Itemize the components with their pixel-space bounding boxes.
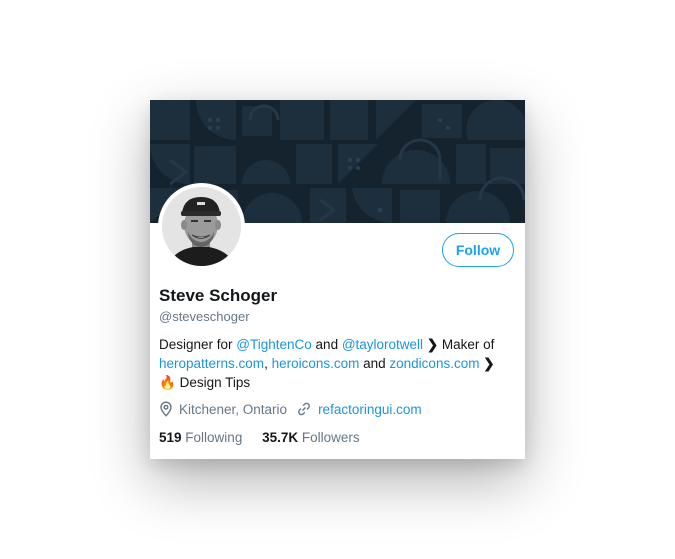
bio-text: and [359,356,390,371]
bio-link-heroicons[interactable]: heroicons.com [272,356,360,371]
chevron-right-icon: ❯ [426,337,439,352]
link-icon [296,401,312,417]
bio-text: Design Tips [175,375,251,390]
chevron-right-icon: ❯ [483,356,495,371]
profile-website-link[interactable]: refactoringui.com [318,402,422,417]
profile-stats: 519 Following 35.7K Followers [159,430,360,445]
bio-link-zondicons[interactable]: zondicons.com [389,356,479,371]
bio-link-taylorotwell[interactable]: @taylorotwell [342,337,423,352]
bio-text: and [311,337,342,352]
bio-text: Maker of [438,337,495,352]
profile-name: Steve Schoger [159,286,278,305]
avatar[interactable] [158,183,245,270]
followers-stat[interactable]: 35.7K Followers [262,430,360,445]
following-label: Following [185,430,243,445]
profile-meta: Kitchener, Ontario refactoringui.com [159,400,422,418]
bio-link-heropatterns[interactable]: heropatterns.com [159,356,264,371]
profile-card: Follow Steve Schoger @steveschoger Desig… [150,100,525,459]
followers-count: 35.7K [262,430,299,445]
following-count: 519 [159,430,182,445]
profile-location: Kitchener, Ontario [179,401,288,417]
fire-emoji-icon: 🔥 [159,375,176,390]
profile-handle[interactable]: @steveschoger [159,309,250,324]
bio-link-tightenco[interactable]: @TightenCo [236,337,312,352]
map-pin-icon [159,401,173,417]
follow-button[interactable]: Follow [442,233,514,267]
following-stat[interactable]: 519 Following [159,430,242,445]
bio-text: Designer for [159,337,237,352]
avatar-photo [162,187,241,266]
bio-text: , [264,356,272,371]
profile-bio: Designer for @TightenCo and @taylorotwel… [159,335,519,392]
followers-label: Followers [301,430,360,445]
